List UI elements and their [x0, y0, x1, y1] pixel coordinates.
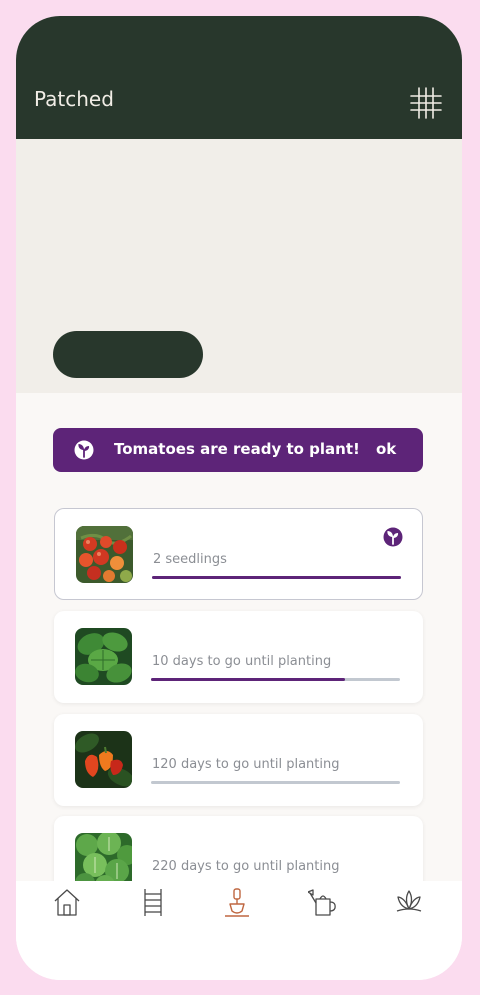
category-chip[interactable]: [53, 331, 203, 378]
plant-detail: 120 days to go until planting: [152, 757, 340, 772]
plant-list-section: Tomatoes are ready to plant! ok 2 seedli…: [16, 393, 462, 908]
progress-track: [151, 678, 400, 681]
nav-setup[interactable]: [113, 887, 193, 949]
ladder-icon: [138, 887, 168, 917]
watering-can-icon: [307, 887, 338, 917]
chilli-peppers-photo: [75, 731, 132, 788]
progress-fill: [151, 678, 346, 681]
app-screen: Patched Tomatoes are ready to plant! ok …: [16, 16, 462, 980]
progress-track: [151, 781, 400, 784]
page-hero: [16, 139, 462, 393]
nav-care[interactable]: [283, 887, 363, 949]
plant-detail: 2 seedlings: [153, 552, 227, 567]
banner-ok-button[interactable]: ok: [376, 440, 396, 458]
lotus-icon: [394, 887, 424, 917]
plant-card-chilli-peppers[interactable]: 120 days to go until planting: [54, 714, 423, 806]
progress-fill: [152, 576, 401, 579]
nav-planting[interactable]: [197, 887, 277, 949]
trowel-icon: [222, 887, 252, 917]
basil-photo: [75, 628, 132, 685]
bottom-nav: [16, 881, 462, 980]
plant-card-tomatoes[interactable]: 2 seedlings: [54, 508, 423, 600]
ready-banner: Tomatoes are ready to plant! ok: [53, 428, 423, 472]
sprout-icon: [74, 440, 94, 460]
plant-detail: 220 days to go until planting: [152, 859, 340, 874]
tomatoes-photo: [76, 526, 133, 583]
nav-harvest[interactable]: [369, 887, 449, 949]
progress-track: [152, 576, 401, 579]
plant-card-basil[interactable]: 10 days to go until planting: [54, 611, 423, 703]
grid-icon[interactable]: [409, 86, 443, 120]
app-header: Patched: [16, 16, 462, 139]
plant-detail: 10 days to go until planting: [152, 654, 332, 669]
app-title: Patched: [34, 87, 114, 111]
home-icon: [52, 887, 82, 917]
banner-message: Tomatoes are ready to plant!: [114, 440, 360, 458]
nav-home[interactable]: [27, 887, 107, 949]
sprout-icon: [383, 527, 403, 547]
